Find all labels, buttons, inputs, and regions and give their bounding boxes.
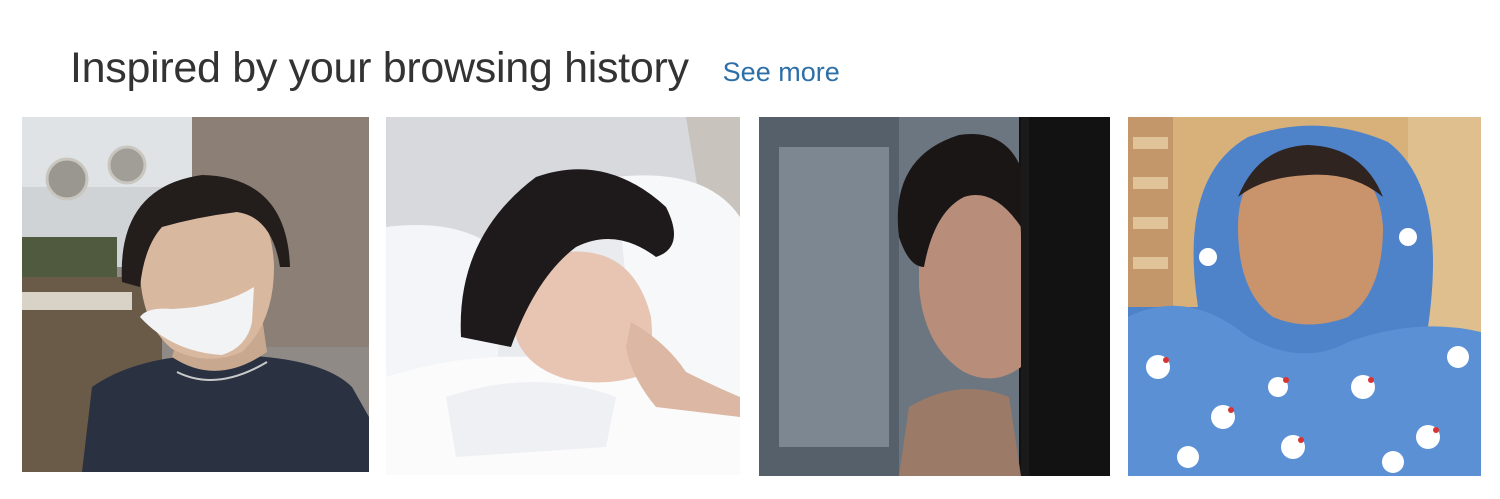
recommendations-header: Inspired by your browsing history See mo… (70, 38, 840, 98)
product-image-1 (22, 117, 369, 472)
product-card-4[interactable] (1128, 117, 1481, 476)
see-more-link[interactable]: See more (723, 57, 840, 88)
product-card-1[interactable] (22, 117, 369, 472)
product-card-3[interactable] (759, 117, 1110, 476)
product-card-2[interactable] (386, 117, 740, 475)
product-image-3 (759, 117, 1110, 476)
section-title: Inspired by your browsing history (70, 43, 689, 92)
product-image-4 (1128, 117, 1481, 476)
product-image-2 (386, 117, 740, 475)
